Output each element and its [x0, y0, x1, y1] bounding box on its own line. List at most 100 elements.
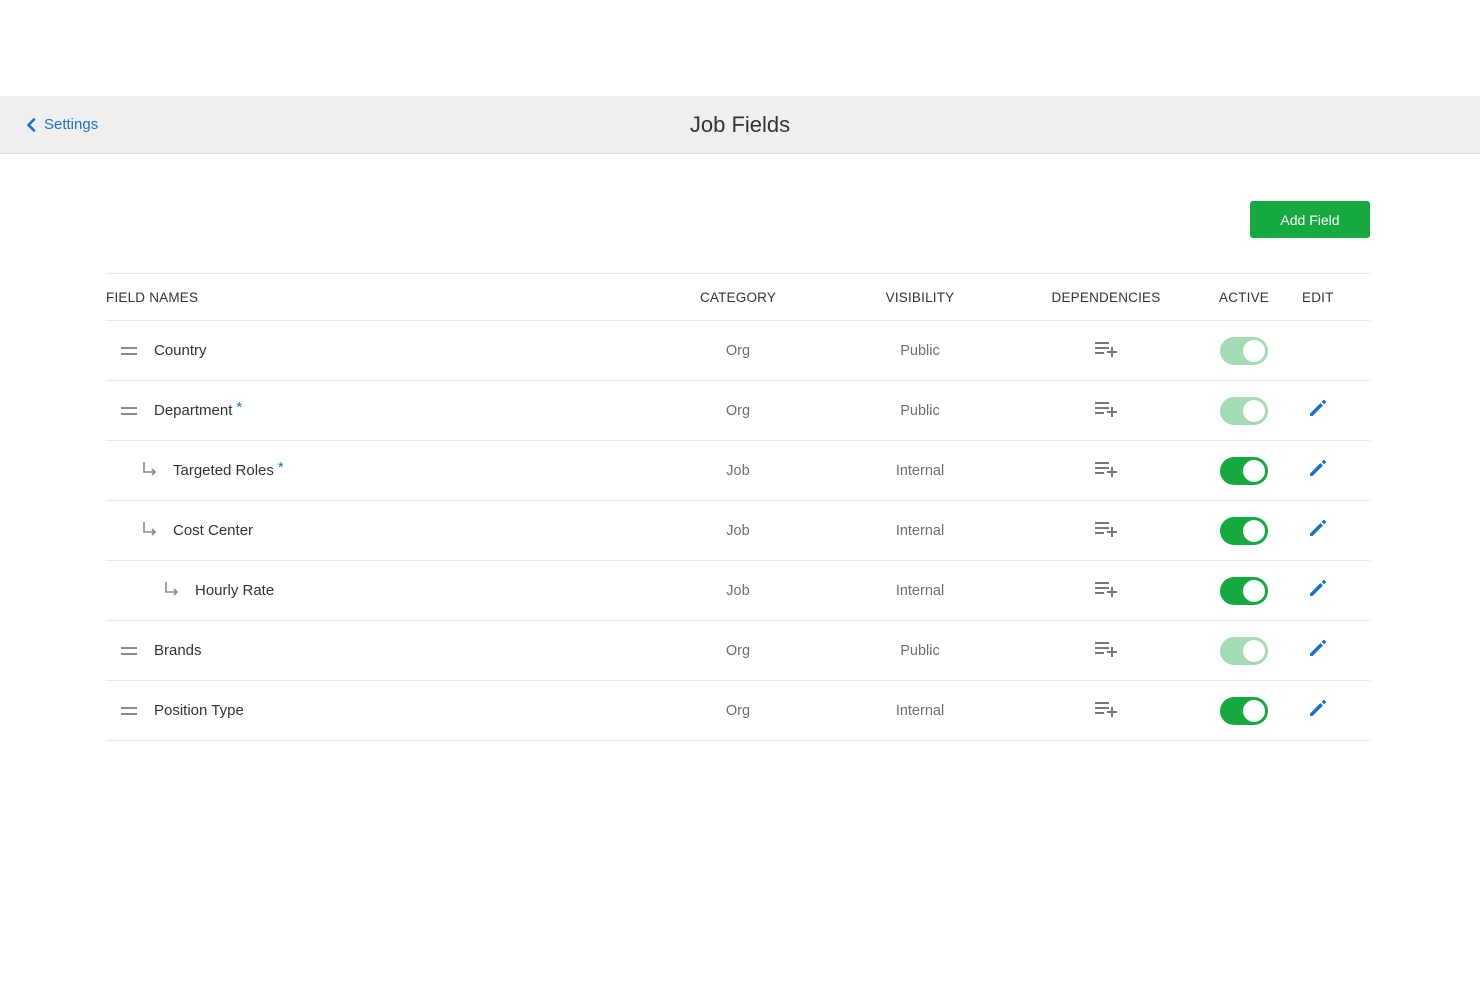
active-toggle[interactable]	[1220, 516, 1268, 545]
active-cell	[1206, 621, 1282, 680]
edit-pencil-icon[interactable]	[1307, 577, 1329, 604]
table-row: Country Org Public	[106, 321, 1370, 381]
visibility-value: Internal	[895, 582, 945, 599]
visibility-cell: Internal	[870, 501, 970, 560]
add-dependency-icon[interactable]	[1094, 399, 1118, 422]
back-link-label: Settings	[44, 116, 99, 133]
toggle-knob	[1243, 339, 1265, 362]
field-name-cell: Cost Center	[106, 501, 253, 560]
field-name: Department	[154, 402, 233, 419]
dependencies-cell	[1044, 441, 1168, 500]
header-dependencies: DEPENDENCIES	[1051, 289, 1161, 305]
edit-pencil-icon[interactable]	[1307, 397, 1329, 424]
chevron-left-icon	[27, 117, 36, 132]
drag-handle-icon[interactable]	[121, 346, 137, 355]
category-cell: Job	[688, 441, 788, 500]
active-toggle[interactable]	[1220, 456, 1268, 485]
active-toggle[interactable]	[1220, 696, 1268, 725]
table-row: Department * Org Public	[106, 381, 1370, 441]
add-field-button[interactable]: Add Field	[1250, 201, 1370, 238]
header-category: CATEGORY	[699, 289, 777, 305]
visibility-value: Internal	[895, 702, 945, 719]
drag-handle-icon[interactable]	[121, 406, 137, 415]
category-cell: Org	[688, 681, 788, 740]
visibility-value: Public	[900, 342, 940, 359]
category-cell: Job	[688, 561, 788, 620]
required-indicator: *	[236, 399, 243, 416]
active-cell	[1206, 681, 1282, 740]
top-navigation-bar: Settings Job Fields	[0, 96, 1480, 154]
dependencies-cell	[1044, 561, 1168, 620]
edit-cell	[1292, 621, 1344, 680]
toggle-knob	[1243, 399, 1265, 422]
visibility-value: Public	[900, 402, 940, 419]
table-row: Brands Org Public	[106, 621, 1370, 681]
dependencies-cell	[1044, 681, 1168, 740]
active-toggle[interactable]	[1220, 576, 1268, 605]
toggle-knob	[1243, 459, 1265, 482]
table-row: Position Type Org Internal	[106, 681, 1370, 741]
edit-cell	[1292, 501, 1344, 560]
add-dependency-icon[interactable]	[1094, 699, 1118, 722]
visibility-cell: Internal	[870, 561, 970, 620]
toggle-knob	[1243, 699, 1265, 722]
visibility-value: Internal	[895, 462, 945, 479]
field-name: Targeted Roles	[173, 462, 274, 479]
drag-handle-icon[interactable]	[121, 646, 137, 655]
table-row: Targeted Roles * Job Internal	[106, 441, 1370, 501]
dependencies-cell	[1044, 321, 1168, 380]
edit-pencil-icon[interactable]	[1307, 457, 1329, 484]
category-value: Org	[725, 642, 751, 659]
category-value: Org	[725, 342, 751, 359]
active-toggle[interactable]	[1220, 636, 1268, 665]
field-name-cell: Hourly Rate	[106, 561, 274, 620]
category-value: Job	[726, 462, 750, 479]
category-cell: Org	[688, 381, 788, 440]
category-value: Org	[725, 702, 751, 719]
active-cell	[1206, 381, 1282, 440]
table-body: Country Org Public Department * Org Public Targ…	[106, 321, 1370, 741]
edit-pencil-icon[interactable]	[1307, 697, 1329, 724]
add-dependency-icon[interactable]	[1094, 639, 1118, 662]
edit-pencil-icon[interactable]	[1307, 517, 1329, 544]
visibility-cell: Public	[870, 321, 970, 380]
active-cell	[1206, 501, 1282, 560]
visibility-cell: Public	[870, 381, 970, 440]
drag-handle-icon[interactable]	[121, 706, 137, 715]
toggle-knob	[1243, 579, 1265, 602]
category-value: Job	[726, 582, 750, 599]
dependencies-cell	[1044, 381, 1168, 440]
add-dependency-icon[interactable]	[1094, 339, 1118, 362]
edit-pencil-icon[interactable]	[1307, 637, 1329, 664]
visibility-value: Internal	[895, 522, 945, 539]
field-name: Brands	[154, 642, 202, 659]
dependencies-cell	[1044, 501, 1168, 560]
field-name: Hourly Rate	[195, 582, 275, 599]
field-name-cell: Country	[106, 321, 207, 380]
field-name: Country	[154, 342, 207, 359]
active-cell	[1206, 441, 1282, 500]
active-toggle[interactable]	[1220, 336, 1268, 365]
edit-cell	[1292, 681, 1344, 740]
field-name-cell: Position Type	[106, 681, 244, 740]
dependencies-cell	[1044, 621, 1168, 680]
active-cell	[1206, 321, 1282, 380]
back-to-settings-link[interactable]: Settings	[26, 96, 98, 153]
add-dependency-icon[interactable]	[1094, 519, 1118, 542]
edit-cell	[1292, 441, 1344, 500]
child-arrow-icon	[142, 521, 158, 541]
add-dependency-icon[interactable]	[1094, 459, 1118, 482]
header-visibility: VISIBILITY	[885, 289, 955, 305]
active-cell	[1206, 561, 1282, 620]
field-name: Cost Center	[173, 522, 254, 539]
table-row: Hourly Rate Job Internal	[106, 561, 1370, 621]
child-arrow-icon	[164, 581, 180, 601]
table-row: Cost Center Job Internal	[106, 501, 1370, 561]
active-toggle[interactable]	[1220, 396, 1268, 425]
job-fields-table: FIELD NAMES CATEGORY VISIBILITY DEPENDEN…	[106, 273, 1370, 741]
add-dependency-icon[interactable]	[1094, 579, 1118, 602]
header-edit: EDIT	[1302, 289, 1334, 305]
category-value: Job	[726, 522, 750, 539]
header-active: ACTIVE	[1219, 289, 1269, 305]
category-value: Org	[725, 402, 751, 419]
